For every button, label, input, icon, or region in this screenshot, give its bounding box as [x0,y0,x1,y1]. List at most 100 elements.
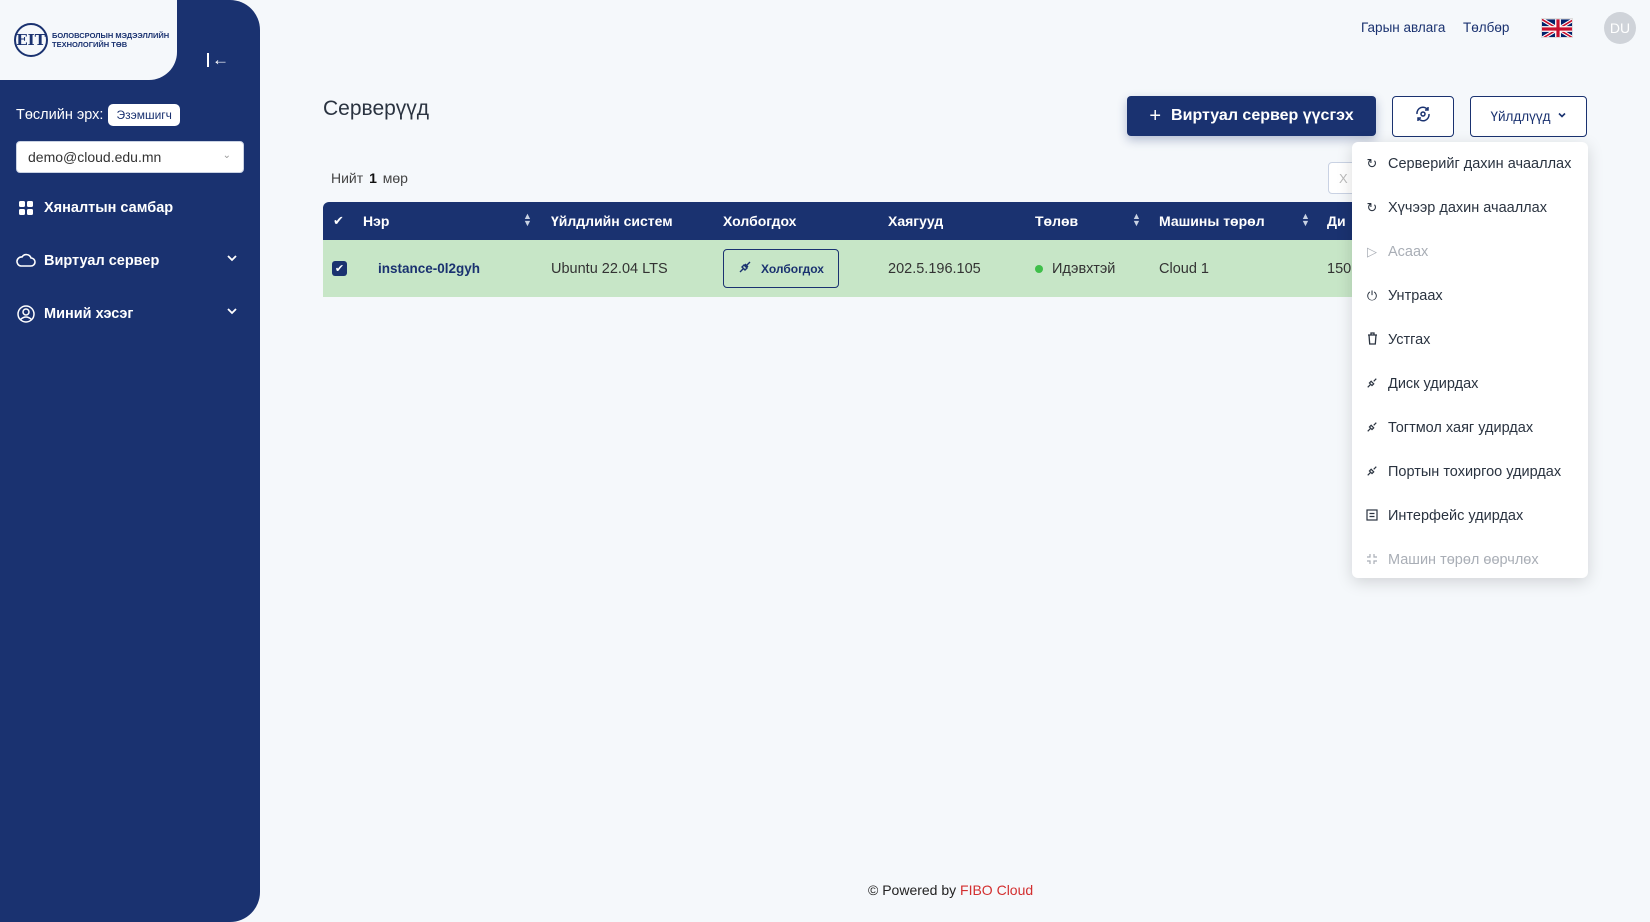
interface-icon [1365,508,1379,524]
account-select[interactable]: demo@cloud.edu.mn ⌄ [16,141,244,173]
footer: © Powered by FIBO Cloud [868,882,1033,898]
logo[interactable]: ЕIТ БОЛОВСРОЛЫН МЭДЭЭЛЛИЙН ТЕХНОЛОГИЙН Т… [0,0,177,80]
trash-icon [1365,332,1379,348]
total-count: Нийт 1 мөр [331,170,408,186]
collapse-icon: ← [207,51,229,68]
menu-item-label: Серверийг дахин ачааллах [1388,156,1572,172]
footer-brand-link[interactable]: FIBO Cloud [960,882,1033,898]
menu-item-label: Хүчээр дахин ачааллах [1388,200,1547,216]
menu-item-label: Асаах [1388,244,1429,260]
actions-dropdown-button[interactable]: Үйлдлүүд [1470,96,1587,137]
logo-mark: ЕIТ [14,23,48,57]
server-name[interactable]: instance-0l2gyh [378,240,480,297]
column-header-machine-type[interactable]: Машины төрөл [1159,202,1265,240]
menu-item-manage-disk[interactable]: Диск удирдах [1352,366,1588,402]
server-os: Ubuntu 22.04 LTS [551,260,668,277]
status-label: Идэвхтэй [1052,260,1116,277]
link-icon [1365,421,1379,436]
user-circle-icon [16,304,36,324]
menu-item-manage-floating-ip[interactable]: Тогтмол хаяг удирдах [1352,410,1588,446]
menu-item-reboot[interactable]: ↻ Серверийг дахин ачааллах [1352,146,1588,182]
sort-icon[interactable]: ▲ ▼ [523,212,532,228]
refresh-icon: ↻ [1366,200,1378,215]
menu-item-manage-interface[interactable]: Интерфейс удирдах [1352,498,1588,534]
actions-button-label: Үйлдлүүд [1490,109,1551,124]
column-label: Хаягууд [888,213,944,229]
menu-item-label: Интерфейс удирдах [1388,508,1524,524]
english-flag-icon[interactable] [1541,18,1573,38]
link-icon [1365,465,1379,480]
avatar[interactable]: DU [1604,12,1636,44]
logo-text: БОЛОВСРОЛЫН МЭДЭЭЛЛИЙН ТЕХНОЛОГИЙН ТӨВ [52,31,172,49]
column-header-disk: Ди [1327,202,1346,240]
role-badge: Эзэмшигч [108,104,180,126]
menu-item-label: Машин төрөл өөрчлөх [1388,552,1539,568]
column-header-status[interactable]: Төлөв [1035,202,1078,240]
total-prefix: Нийт [331,170,364,186]
server-status: Идэвхтэй [1035,240,1115,297]
logo-line-2: ТЕХНОЛОГИЙН ТӨВ [52,40,128,49]
sort-icon[interactable]: ▲ ▼ [1132,212,1141,228]
sidebar-item-label: Миний хэсэг [44,306,134,322]
server-machine-type: Cloud 1 [1159,260,1209,277]
column-header-connect: Холбогдох [723,202,796,240]
chevron-down-icon [226,305,238,321]
cloud-icon [16,251,36,271]
sidebar-item-my-section[interactable]: Миний хэсэг [16,299,244,329]
menu-item-label: Диск удирдах [1388,376,1479,392]
column-label: Үйлдлийн систем [551,213,673,229]
total-suffix: мөр [382,170,408,186]
menu-item-resize: Машин төрөл өөрчлөх [1352,542,1588,578]
dashboard-icon [16,198,36,218]
server-address: 202.5.196.105 [888,260,981,277]
link-icon [738,260,752,277]
chevron-down-icon [1557,110,1567,123]
total-number: 1 [369,170,377,186]
sidebar-item-dashboard[interactable]: Хяналтын самбар [16,193,244,223]
column-header-addresses: Хаягууд [888,202,943,240]
connect-cell: Холбогдох [723,240,839,297]
servers-table: ✔ Нэр ▲ ▼ Үйлдлийн систем Холбогдох Хаягу… [323,202,1353,298]
role-label: Төслийн эрх: [16,107,104,123]
status-dot [1035,264,1043,273]
refresh-icon: ↻ [1366,156,1378,171]
menu-item-shutdown[interactable]: ⏻ Унтраах [1352,278,1588,314]
column-header-name[interactable]: Нэр [363,202,389,240]
server-disk: 150 [1327,260,1352,277]
sidebar: ЕIТ БОЛОВСРОЛЫН МЭДЭЭЛЛИЙН ТЕХНОЛОГИЙН Т… [0,0,260,922]
refresh-button[interactable] [1392,96,1454,137]
menu-item-label: Устгах [1388,332,1431,348]
table-row[interactable]: ✔ instance-0l2gyh Ubuntu 22.04 LTS Холбо… [323,240,1353,297]
menu-item-delete[interactable]: Устгах [1352,322,1588,358]
menu-item-start: ▷ Асаах [1352,234,1588,270]
select-all-checkbox[interactable]: ✔ [333,202,344,240]
resize-icon [1365,553,1379,568]
menu-item-hard-reboot[interactable]: ↻ Хүчээр дахин ачааллах [1352,190,1588,226]
column-label: Төлөв [1035,213,1079,229]
role-row: Төслийн эрх: Эзэмшигч [16,104,180,126]
chevron-down-icon [226,252,238,268]
sort-icon[interactable]: ▲ ▼ [1301,212,1310,228]
refresh-icon [1414,105,1432,128]
link-icon [1365,377,1379,392]
manual-link[interactable]: Гарын авлага [1361,20,1445,35]
column-header-os: Үйлдлийн систем [551,202,673,240]
power-icon: ⏻ [1366,288,1378,303]
column-label: Машины төрөл [1159,213,1265,229]
connect-label: Холбогдох [761,261,824,276]
payment-link[interactable]: Төлбөр [1463,20,1509,35]
collapse-sidebar-button[interactable]: ← [196,46,240,74]
chevron-down-icon: ⌄ [222,150,231,161]
footer-prefix: © Powered by [868,882,957,898]
menu-item-manage-ports[interactable]: Портын тохиргоо удирдах [1352,454,1588,490]
sidebar-item-virtual-server[interactable]: Виртуал сервер [16,246,244,276]
create-button-label: Виртуал сервер үүсгэх [1171,107,1354,124]
menu-item-label: Тогтмол хаяг удирдах [1388,420,1534,436]
connect-button[interactable]: Холбогдох [723,249,839,288]
row-checkbox[interactable]: ✔ [332,240,347,297]
sidebar-item-label: Виртуал сервер [44,253,160,269]
create-virtual-server-button[interactable]: + Виртуал сервер үүсгэх [1127,96,1376,136]
play-icon: ▷ [1367,244,1377,259]
plus-icon: + [1149,104,1162,127]
column-label: Нэр [363,213,390,229]
